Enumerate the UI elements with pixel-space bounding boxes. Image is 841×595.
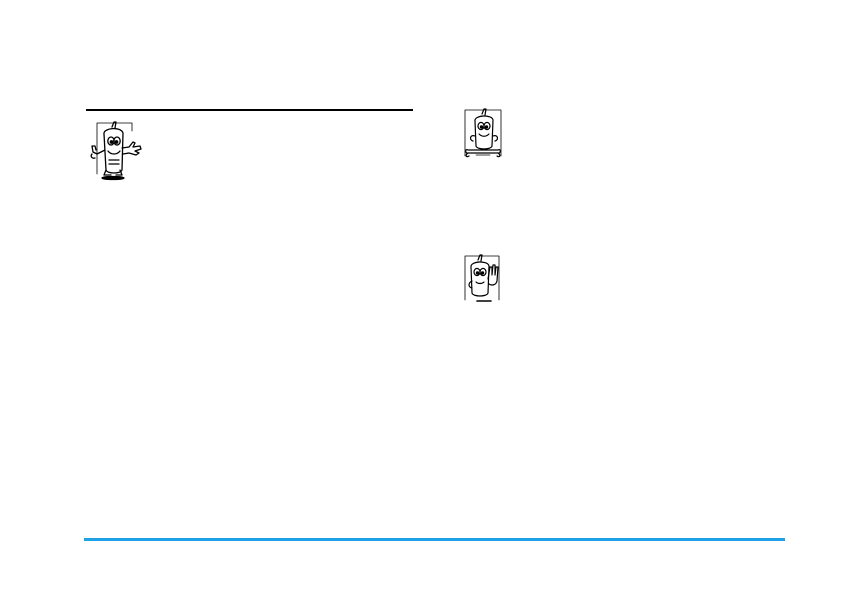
phone-stop-hand-icon	[464, 254, 500, 302]
phone-with-bone-icon	[464, 108, 502, 158]
waving-phone-icon	[90, 121, 142, 181]
section-divider	[86, 109, 413, 111]
footer-rule	[84, 538, 785, 541]
